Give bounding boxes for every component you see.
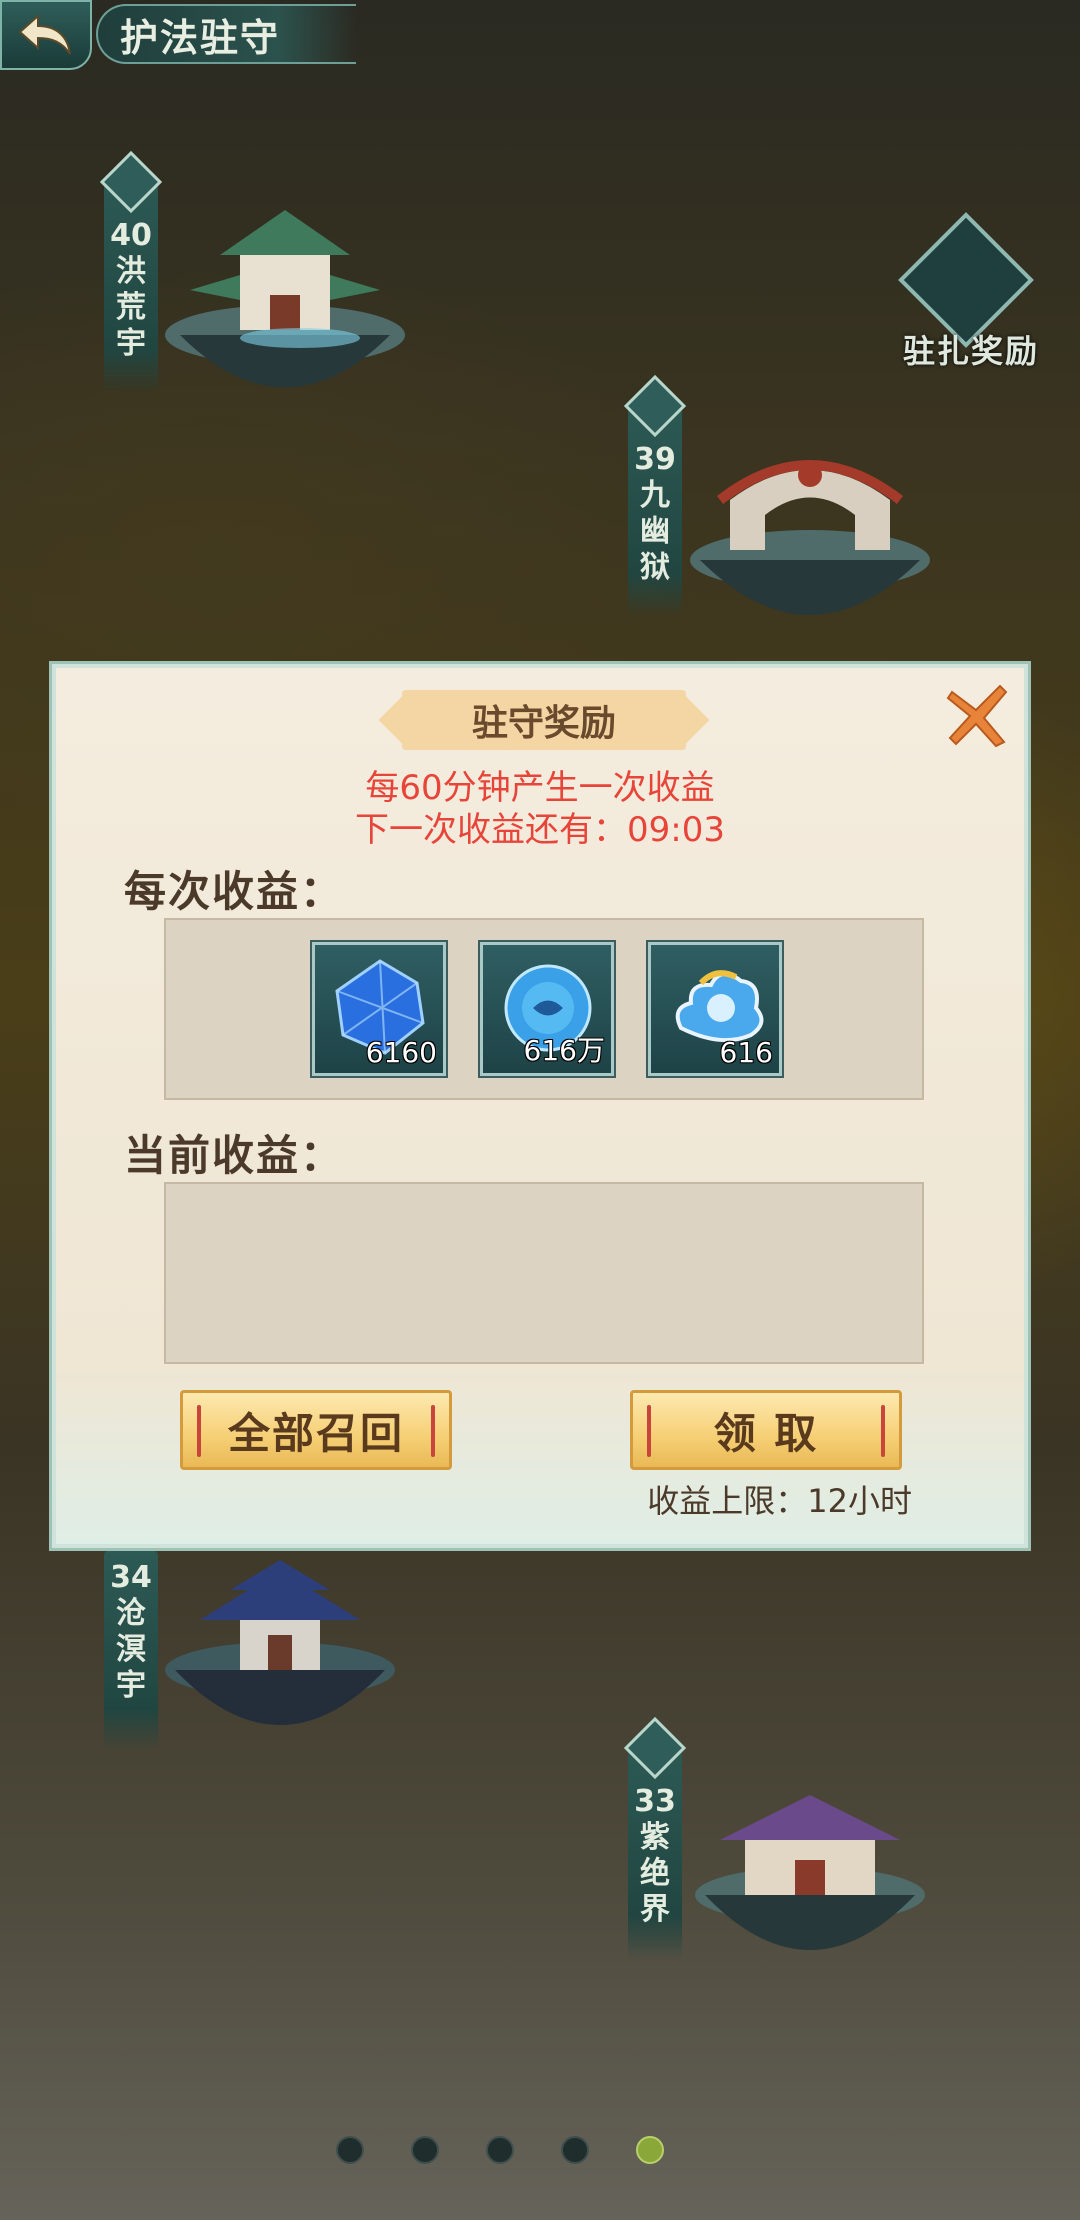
close-button[interactable] <box>942 680 1012 750</box>
stage-banner-33[interactable]: 33 紫 绝 界 <box>623 1716 687 1960</box>
stage-banner-40[interactable]: 40 洪 荒 宇 <box>99 150 163 394</box>
back-button[interactable] <box>0 0 92 70</box>
floating-island-gate-icon[interactable] <box>680 420 940 670</box>
item-quantity: 616万 <box>523 1034 605 1067</box>
banner-number: 34 <box>110 1560 152 1595</box>
current-income-label: 当前收益： <box>124 1131 345 1180</box>
item-quantity: 616 <box>719 1036 773 1069</box>
recall-all-button[interactable]: 全部召回 <box>180 1390 452 1470</box>
page-dot-active[interactable] <box>636 2136 664 2164</box>
item-quantity: 6160 <box>365 1036 437 1069</box>
close-icon <box>946 684 1008 748</box>
reward-item[interactable]: 616万 <box>480 942 614 1076</box>
banner-number: 39 <box>634 442 676 477</box>
per-income-label: 每次收益： <box>124 867 345 916</box>
banner-name-char: 溟 <box>116 1632 146 1667</box>
reward-item[interactable]: 6160 <box>312 942 446 1076</box>
banner-cap-icon <box>623 1716 687 1780</box>
next-income-countdown: 下一次收益还有：09:03 <box>355 810 725 850</box>
page-dot[interactable] <box>411 2136 439 2164</box>
floating-island-pagoda-icon[interactable] <box>160 1550 410 1780</box>
banner-name-char: 宇 <box>116 326 146 361</box>
floating-island-temple-icon[interactable] <box>160 200 420 430</box>
station-reward-button[interactable]: 驻扎奖励 <box>896 212 1046 376</box>
banner-number: 33 <box>634 1784 676 1819</box>
back-arrow-icon <box>18 13 71 55</box>
banner-name-char: 宇 <box>116 1668 146 1703</box>
reward-item[interactable]: 616 <box>648 942 782 1076</box>
station-reward-dialog: 驻守奖励 每60分钟产生一次收益 下一次收益还有：09:03 每次收益： 616… <box>52 664 1028 1548</box>
claim-button[interactable]: 领 取 <box>630 1390 902 1470</box>
banner-name-char: 界 <box>640 1892 670 1927</box>
banner-name-char: 沧 <box>116 1596 146 1631</box>
banner-number: 40 <box>110 218 152 253</box>
banner-name-char: 紫 <box>640 1820 670 1855</box>
dialog-title: 驻守奖励 <box>402 690 686 750</box>
banner-name-char: 九 <box>640 478 670 513</box>
station-reward-label: 驻扎奖励 <box>902 332 1039 370</box>
stage-banner-34[interactable]: 34 沧 溟 宇 <box>104 1550 158 1750</box>
page-dot[interactable] <box>336 2136 364 2164</box>
stage-banner-39[interactable]: 39 九 幽 狱 <box>623 374 687 618</box>
banner-cap-icon <box>623 374 687 438</box>
per-income-panel: 6160 616万 616 <box>164 918 924 1100</box>
banner-name-char: 洪 <box>116 254 146 289</box>
top-bar: 护法驻守 <box>0 0 360 72</box>
page-dot[interactable] <box>561 2136 589 2164</box>
page-title: 护法驻守 <box>96 4 356 64</box>
income-limit-text: 收益上限：12小时 <box>647 1482 912 1520</box>
banner-name-char: 绝 <box>640 1856 670 1891</box>
banner-cap-icon <box>99 150 163 214</box>
floating-island-palace-icon[interactable] <box>690 1780 940 2010</box>
banner-name-char: 狱 <box>640 550 670 585</box>
page-indicator <box>336 2136 676 2166</box>
current-income-panel <box>164 1182 924 1364</box>
banner-name-char: 幽 <box>640 514 670 549</box>
page-dot[interactable] <box>486 2136 514 2164</box>
banner-name-char: 荒 <box>116 290 146 325</box>
